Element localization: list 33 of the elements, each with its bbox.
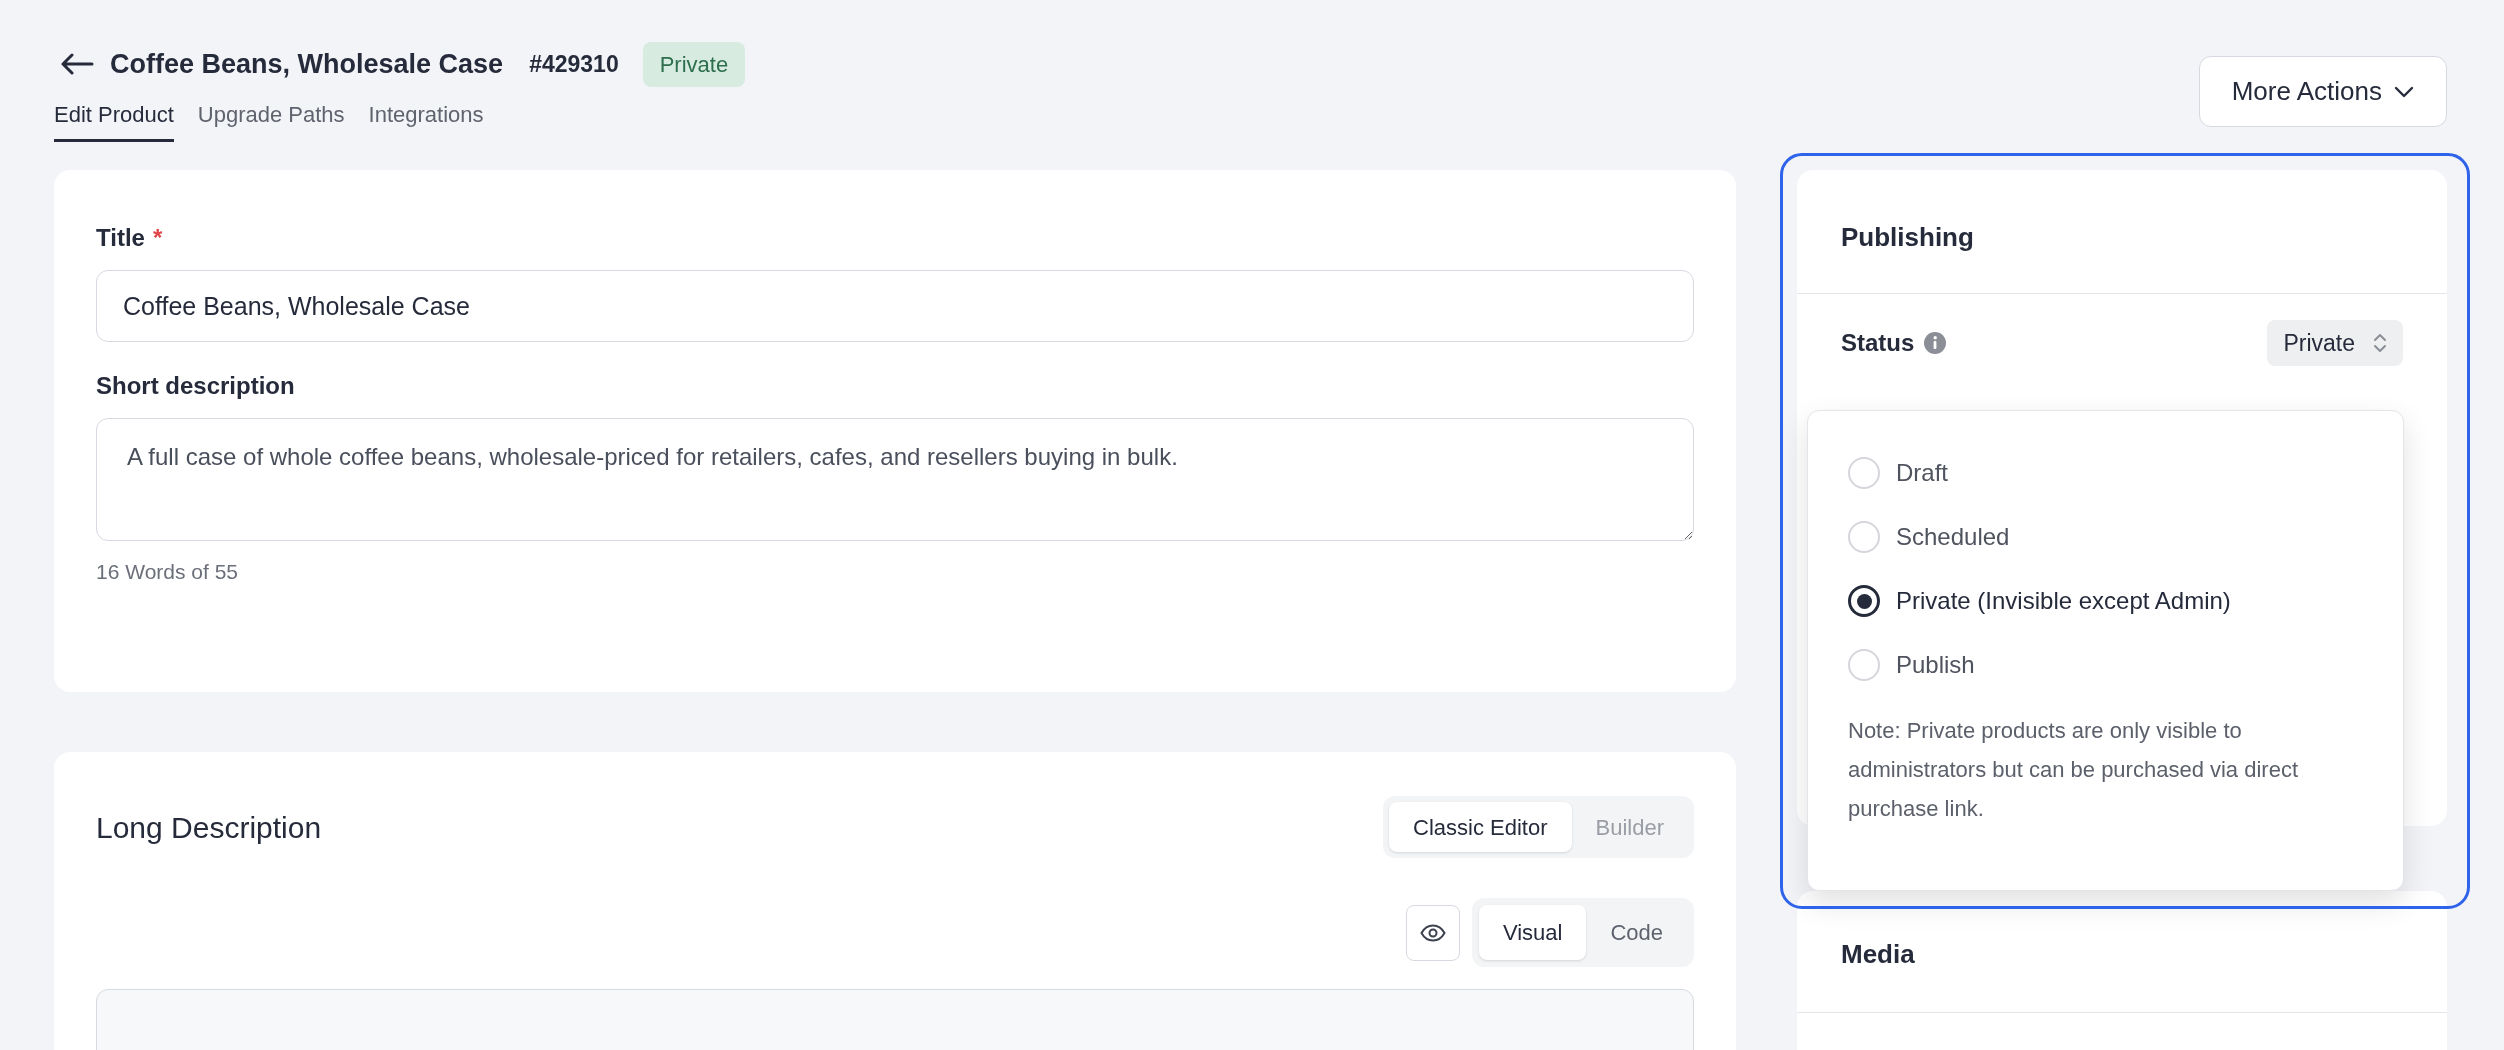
section-heading: Long Description — [96, 809, 322, 846]
status-label: Status — [1841, 328, 1915, 358]
tab[interactable]: Upgrade Paths — [197, 98, 345, 142]
back-arrow-icon[interactable] — [60, 53, 94, 75]
radio-button[interactable] — [1848, 585, 1880, 617]
field-label: Title — [96, 223, 145, 253]
status-select[interactable]: Private — [2267, 320, 2403, 366]
required-mark: * — [152, 223, 163, 253]
product-title: Coffee Beans, Wholesale Case — [110, 47, 504, 81]
mode-tab[interactable]: Code — [1586, 905, 1687, 960]
status-badge: Private — [642, 41, 746, 87]
word-count: 16 Words of 55 — [96, 559, 240, 585]
option-label: Draft — [1896, 458, 1948, 488]
eye-icon — [1419, 923, 1446, 942]
mode-tab[interactable]: Visual — [1478, 905, 1587, 960]
preview-button[interactable] — [1405, 904, 1460, 961]
option-label: Private (Invisible except Admin) — [1896, 586, 2231, 616]
mode-tab[interactable]: Classic Editor — [1389, 802, 1572, 852]
tab[interactable]: Integrations — [368, 98, 484, 142]
section-heading: Publishing — [1797, 170, 2447, 294]
product-id: #429310 — [529, 49, 619, 79]
chevron-down-icon — [2394, 85, 2414, 98]
info-icon — [1924, 332, 1947, 354]
section-heading: Media — [1797, 891, 2447, 1013]
more-actions-button[interactable]: More Actions — [2198, 56, 2447, 127]
option-label: Publish — [1896, 650, 1975, 680]
short-description-input[interactable]: A full case of whole coffee beans, wholesale-priced for retailers, cafes, and resellers buying in bulk. — [96, 418, 1694, 541]
option-label: Scheduled — [1896, 522, 2010, 552]
status-note: Note: Private products are only visible to administrators but can be purchased via direct purchase link. — [1848, 717, 2299, 823]
title-input[interactable]: Coffee Beans, Wholesale Case — [96, 270, 1694, 342]
field-label: Short description — [96, 371, 296, 401]
tab[interactable]: Edit Product — [54, 98, 174, 142]
up-down-chevron-icon — [2373, 332, 2387, 354]
